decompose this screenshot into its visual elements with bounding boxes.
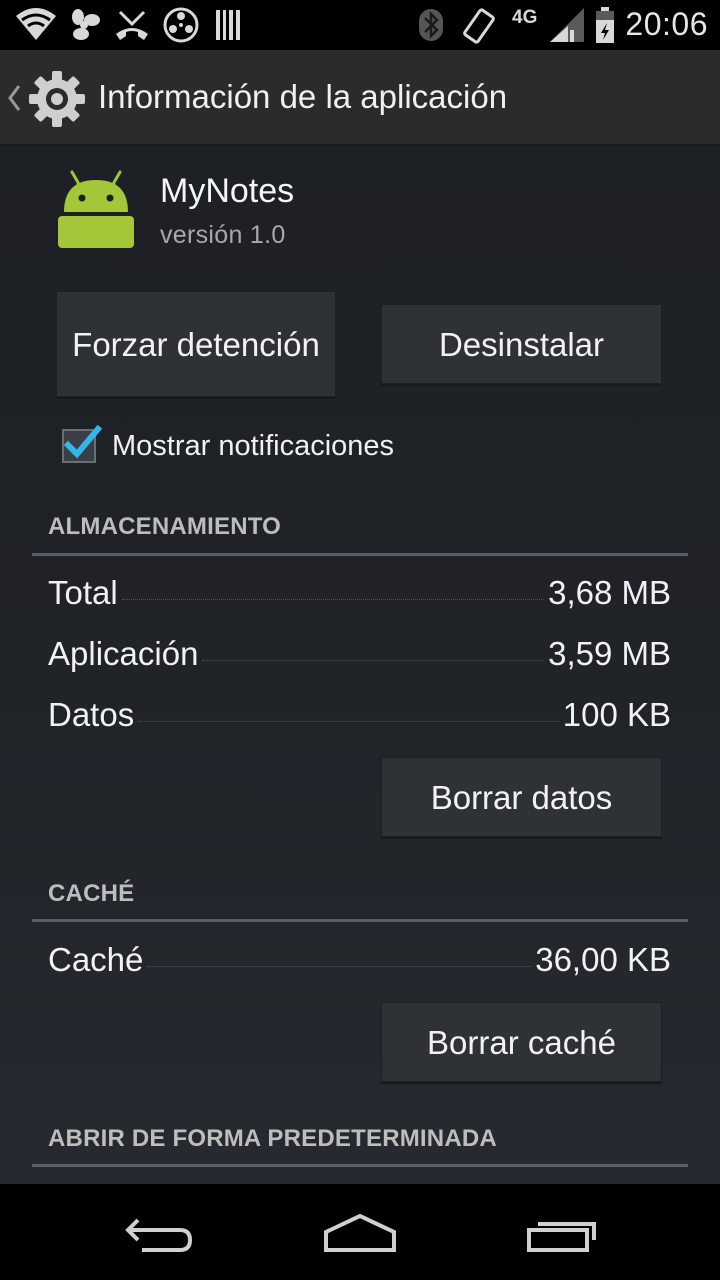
row-leader	[121, 599, 545, 600]
cache-section-header: CACHÉ	[48, 880, 135, 907]
row-leader	[138, 721, 559, 722]
home-icon[interactable]	[322, 1212, 398, 1259]
storage-section-header: ALMACENAMIENTO	[48, 513, 282, 540]
app-version: versión 1.0	[160, 221, 286, 249]
section-divider	[32, 919, 688, 922]
row-value: 36,00 KB	[535, 941, 671, 978]
row-value: 3,59 MB	[548, 635, 671, 672]
cache-row: Caché 36,00 KB	[48, 941, 671, 985]
app-name: MyNotes	[160, 172, 295, 210]
storage-row-application: Aplicación 3,59 MB	[48, 635, 671, 679]
row-leader	[202, 660, 545, 661]
media-icon	[162, 6, 200, 49]
rotate-icon	[462, 8, 496, 49]
settings-gear-icon[interactable]	[27, 69, 87, 134]
show-notifications-label: Mostrar notificaciones	[112, 429, 395, 462]
action-bar: Información de la aplicación	[0, 50, 720, 146]
clear-data-button[interactable]: Borrar datos	[381, 757, 662, 837]
storage-row-total: Total 3,68 MB	[48, 574, 671, 618]
signal-icon	[548, 6, 586, 49]
page-title: Información de la aplicación	[98, 78, 508, 115]
clock: 20:06	[625, 6, 708, 42]
row-label: Total	[48, 574, 118, 611]
row-label: Datos	[48, 696, 135, 733]
battery-icon	[594, 6, 616, 49]
storage-row-data: Datos 100 KB	[48, 696, 671, 740]
row-label: Aplicación	[48, 635, 199, 672]
back-icon[interactable]	[124, 1214, 196, 1259]
row-value: 3,68 MB	[548, 574, 671, 611]
section-divider	[32, 1164, 688, 1167]
force-stop-button[interactable]: Forzar detención	[56, 291, 336, 397]
section-divider	[32, 553, 688, 556]
row-label: Caché	[48, 941, 144, 978]
android-robot-icon	[52, 166, 140, 259]
bluetooth-icon	[418, 8, 444, 47]
wifi-icon	[14, 6, 58, 47]
network-type: 4G	[512, 7, 538, 28]
barcode-icon	[214, 8, 242, 47]
recent-apps-icon[interactable]	[526, 1216, 598, 1259]
app-info-content: MyNotes versión 1.0 Forzar detención Des…	[0, 146, 720, 1184]
navigation-bar	[0, 1184, 720, 1280]
show-notifications-row[interactable]: Mostrar notificaciones	[62, 424, 395, 466]
open-by-default-section-header: ABRIR DE FORMA PREDETERMINADA	[48, 1125, 497, 1152]
uninstall-button[interactable]: Desinstalar	[381, 304, 662, 384]
row-leader	[147, 966, 532, 967]
missed-call-icon	[114, 8, 150, 47]
status-bar: 4G 20:06	[0, 0, 720, 50]
row-value: 100 KB	[562, 696, 671, 733]
up-caret-icon[interactable]	[6, 80, 22, 121]
checkmark-icon	[63, 424, 102, 459]
fan-icon	[66, 8, 102, 47]
clear-cache-button[interactable]: Borrar caché	[381, 1002, 662, 1082]
show-notifications-checkbox[interactable]	[62, 424, 102, 463]
